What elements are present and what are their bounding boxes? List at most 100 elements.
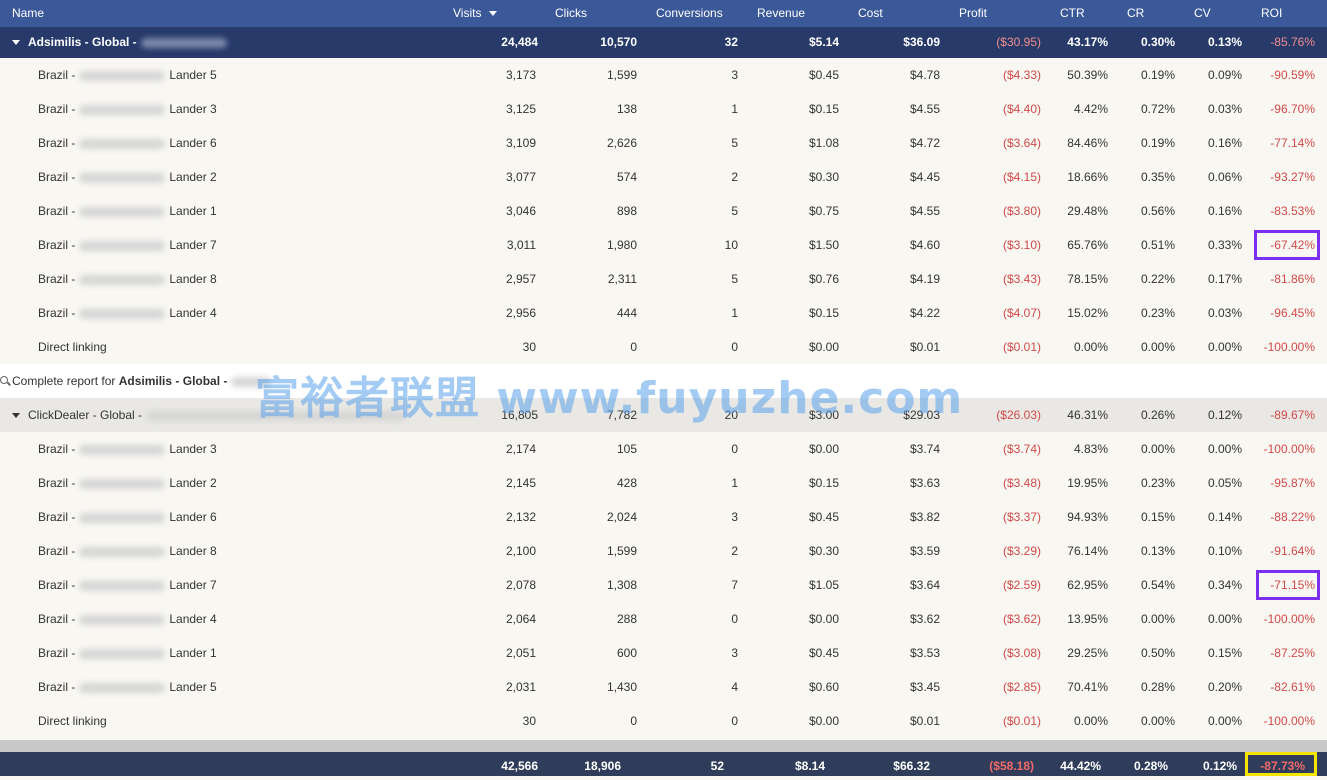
table-row[interactable]: Direct linking 30 0 0 $0.00 $0.01 ($0.01) 0.00%… bbox=[0, 330, 1327, 364]
cell-cost: $3.45 bbox=[909, 680, 940, 694]
cell-roi: -90.59% bbox=[1270, 68, 1315, 82]
table-row[interactable]: Brazil - Lander 7 2,078 1,308 7 $1.05 $3.64 ($2… bbox=[0, 568, 1327, 602]
row-name-prefix: Brazil - bbox=[38, 442, 76, 456]
sort-desc-icon[interactable] bbox=[489, 11, 498, 17]
cell-ctr: 84.46% bbox=[1067, 136, 1108, 150]
table-row[interactable]: Brazil - Lander 6 2,132 2,024 3 $0.45 $3.82 ($3… bbox=[0, 500, 1327, 534]
redacted-text bbox=[79, 682, 166, 693]
table-row[interactable]: Brazil - Lander 5 3,173 1,599 3 $0.45 $4.78 ($4… bbox=[0, 58, 1327, 92]
row-name: Brazil - Lander 8 bbox=[38, 262, 217, 296]
cell-clicks: 0 bbox=[630, 340, 637, 354]
table-row[interactable]: Brazil - Lander 1 3,046 898 5 $0.75 $4.55 ($3.8… bbox=[0, 194, 1327, 228]
row-name-prefix: Brazil - bbox=[38, 510, 76, 524]
row-name: Brazil - Lander 8 bbox=[38, 534, 217, 568]
table-row[interactable]: Brazil - Lander 4 2,064 288 0 $0.00 $3.62 ($3.6… bbox=[0, 602, 1327, 636]
column-header-visits[interactable]: Visits bbox=[453, 0, 498, 27]
cell-revenue: $0.00 bbox=[808, 442, 839, 456]
column-header-revenue[interactable]: Revenue bbox=[757, 0, 805, 27]
cell-conversions: 0 bbox=[731, 442, 738, 456]
cell-visits: 2,132 bbox=[505, 510, 536, 524]
table-row[interactable]: Brazil - Lander 1 2,051 600 3 $0.45 $3.53 ($3.0… bbox=[0, 636, 1327, 670]
table-row[interactable]: Brazil - Lander 8 2,957 2,311 5 $0.76 $4.19 ($3… bbox=[0, 262, 1327, 296]
table-row[interactable]: Brazil - Lander 3 3,125 138 1 $0.15 $4.55 ($4.4… bbox=[0, 92, 1327, 126]
table-row[interactable]: Brazil - Lander 3 2,174 105 0 $0.00 $3.74 ($3.7… bbox=[0, 432, 1327, 466]
row-name: Direct linking bbox=[38, 330, 107, 364]
cell-visits: 2,956 bbox=[505, 306, 536, 320]
group-revenue: $5.14 bbox=[808, 35, 839, 49]
cell-ctr: 62.95% bbox=[1067, 578, 1108, 592]
row-name: Direct linking bbox=[38, 704, 107, 738]
cell-clicks: 898 bbox=[616, 204, 637, 218]
table-row[interactable]: Brazil - Lander 5 2,031 1,430 4 $0.60 $3.45 ($2… bbox=[0, 670, 1327, 704]
group-visits: 24,484 bbox=[501, 35, 538, 49]
column-header-conversions[interactable]: Conversions bbox=[656, 0, 723, 27]
cell-roi: -100.00% bbox=[1263, 340, 1315, 354]
cell-revenue: $0.30 bbox=[808, 544, 839, 558]
row-lander: Lander 2 bbox=[169, 476, 217, 490]
column-header-profit[interactable]: Profit bbox=[959, 0, 987, 27]
cell-profit: ($4.07) bbox=[1002, 306, 1041, 320]
cell-conversions: 10 bbox=[724, 238, 738, 252]
table-row[interactable]: Brazil - Lander 2 3,077 574 2 $0.30 $4.45 ($4.1… bbox=[0, 160, 1327, 194]
cell-cost: $4.55 bbox=[909, 204, 940, 218]
column-header-cv[interactable]: CV bbox=[1194, 0, 1211, 27]
column-header-roi[interactable]: ROI bbox=[1261, 0, 1282, 27]
cell-visits: 3,109 bbox=[505, 136, 536, 150]
cell-revenue: $0.00 bbox=[808, 612, 839, 626]
row-name-prefix: Brazil - bbox=[38, 544, 76, 558]
cell-conversions: 4 bbox=[731, 680, 738, 694]
cell-profit: ($3.62) bbox=[1002, 612, 1041, 626]
cell-visits: 3,046 bbox=[505, 204, 536, 218]
cell-cost: $4.78 bbox=[909, 68, 940, 82]
column-header-clicks[interactable]: Clicks bbox=[555, 0, 587, 27]
cell-clicks: 428 bbox=[616, 476, 637, 490]
collapse-caret-icon[interactable] bbox=[12, 40, 20, 46]
cell-visits: 3,173 bbox=[505, 68, 536, 82]
column-header-ctr[interactable]: CTR bbox=[1060, 0, 1085, 27]
collapse-caret-icon[interactable] bbox=[12, 413, 20, 419]
cell-visits: 3,077 bbox=[505, 170, 536, 184]
cell-ctr: 65.76% bbox=[1067, 238, 1108, 252]
table-row[interactable]: Brazil - Lander 7 3,011 1,980 10 $1.50 $4.60 ($… bbox=[0, 228, 1327, 262]
cell-profit: ($4.15) bbox=[1002, 170, 1041, 184]
table-header: Name Visits Clicks Conversions Revenue C… bbox=[0, 0, 1327, 27]
cell-cv: 0.00% bbox=[1207, 714, 1242, 728]
group-row-adsimilis[interactable]: Adsimilis - Global - 24,484 10,570 32 $5… bbox=[0, 27, 1327, 58]
table-row[interactable]: Brazil - Lander 4 2,956 444 1 $0.15 $4.22 ($4.0… bbox=[0, 296, 1327, 330]
table-row[interactable]: Brazil - Lander 2 2,145 428 1 $0.15 $3.63 ($3.4… bbox=[0, 466, 1327, 500]
cell-conversions: 7 bbox=[731, 578, 738, 592]
table-row[interactable]: Brazil - Lander 8 2,100 1,599 2 $0.30 $3.59 ($3… bbox=[0, 534, 1327, 568]
cell-profit: ($3.43) bbox=[1002, 272, 1041, 286]
row-name: Brazil - Lander 5 bbox=[38, 670, 217, 704]
cell-ctr: 15.02% bbox=[1067, 306, 1108, 320]
table-row[interactable]: Brazil - Lander 6 3,109 2,626 5 $1.08 $4.72 ($3… bbox=[0, 126, 1327, 160]
table-row[interactable]: Direct linking 30 0 0 $0.00 $0.01 ($0.01) 0.00%… bbox=[0, 704, 1327, 738]
column-header-cost[interactable]: Cost bbox=[858, 0, 883, 27]
cell-conversions: 1 bbox=[731, 476, 738, 490]
row-name: Brazil - Lander 4 bbox=[38, 602, 217, 636]
cell-cv: 0.20% bbox=[1207, 680, 1242, 694]
redacted-text bbox=[79, 512, 166, 523]
cell-visits: 30 bbox=[522, 340, 536, 354]
row-name-prefix: Brazil - bbox=[38, 578, 76, 592]
cell-revenue: $0.76 bbox=[808, 272, 839, 286]
complete-report-link[interactable]: Complete report for Adsimilis - Global - bbox=[12, 364, 275, 398]
cell-cost: $4.60 bbox=[909, 238, 940, 252]
row-name: Brazil - Lander 6 bbox=[38, 126, 217, 160]
group-clicks: 10,570 bbox=[600, 35, 637, 49]
column-header-name[interactable]: Name bbox=[12, 0, 44, 27]
column-header-cr[interactable]: CR bbox=[1127, 0, 1144, 27]
cell-visits: 30 bbox=[522, 714, 536, 728]
group-roi: -89.67% bbox=[1270, 408, 1315, 422]
row-name: Brazil - Lander 6 bbox=[38, 500, 217, 534]
cell-ctr: 0.00% bbox=[1073, 340, 1108, 354]
cell-clicks: 1,430 bbox=[606, 680, 637, 694]
cell-profit: ($0.01) bbox=[1002, 340, 1041, 354]
cell-clicks: 1,308 bbox=[606, 578, 637, 592]
cell-profit: ($3.74) bbox=[1002, 442, 1041, 456]
cell-revenue: $0.45 bbox=[808, 510, 839, 524]
cell-profit: ($3.10) bbox=[1002, 238, 1041, 252]
cell-cr: 0.50% bbox=[1140, 646, 1175, 660]
group-name-cell[interactable]: Adsimilis - Global - bbox=[12, 27, 231, 58]
cell-cost: $4.22 bbox=[909, 306, 940, 320]
